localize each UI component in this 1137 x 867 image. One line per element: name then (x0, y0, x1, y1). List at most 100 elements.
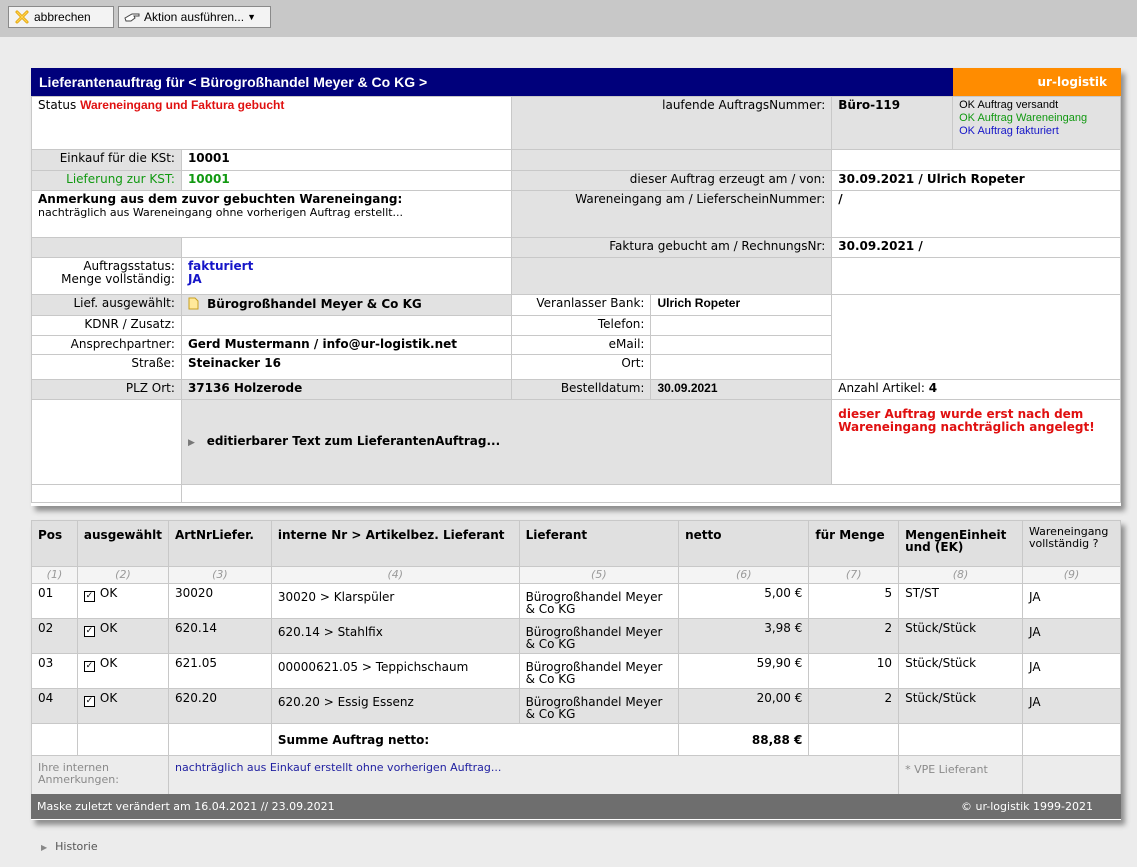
faktura-label: Faktura gebucht am / RechnungsNr: (510, 237, 833, 258)
select-checkbox-cell[interactable]: ✓ OK (76, 688, 170, 724)
created-value: 30.09.2021 / Ulrich Ropeter (831, 170, 1121, 191)
col-einheit: MengenEinheit und (EK) (898, 520, 1023, 567)
menge-label: Menge vollständig: (61, 272, 175, 286)
ansprech-label: Ansprechpartner: (31, 335, 182, 355)
items-table: Pos ausgewählt ArtNrLiefer. interne Nr >… (31, 520, 1122, 799)
col-artnr: ArtNrLiefer. (168, 520, 272, 567)
strasse-label: Straße: (31, 354, 182, 380)
lieferung-label: Lieferung zur KST: (31, 170, 182, 191)
copyright-text: © ur-logistik 1999-2021 (960, 800, 1093, 813)
plz-label: PLZ Ort: (31, 379, 182, 400)
status-flags: OK Auftrag versandt OK Auftrag Wareneing… (952, 96, 1121, 150)
select-checkbox-cell[interactable]: ✓ OK (76, 618, 170, 654)
dropdown-arrow-icon: ▼ (247, 12, 256, 22)
sum-row: Summe Auftrag netto: 88,88 € (31, 723, 1122, 756)
status-cell: Status Wareneingang und Faktura gebucht (31, 96, 512, 150)
checkbox-checked[interactable]: ✓ (83, 626, 95, 637)
changed-text: Maske zuletzt verändert am 16.04.2021 //… (37, 800, 335, 813)
ort-value[interactable] (650, 354, 833, 380)
email-value[interactable] (650, 335, 833, 355)
bestell-label: Bestelldatum: (510, 379, 652, 400)
divider (0, 37, 8, 57)
edit-text-toggle[interactable]: ▶ editierbarer Text zum LieferantenAuftr… (180, 399, 833, 485)
action-dropdown-button[interactable]: Aktion ausführen... ▼ (118, 6, 271, 28)
order-number: Büro-119 (831, 96, 954, 150)
menge-value: JA (187, 272, 202, 286)
col-menge: für Menge (808, 520, 900, 567)
toolbar: abbrechen Aktion ausführen... ▼ (0, 0, 1137, 37)
flag-wareneingang: OK Auftrag Wareneingang (959, 112, 1088, 124)
anzahl-label: Anzahl Artikel: (838, 381, 925, 395)
bank-label: Veranlasser Bank: (510, 294, 652, 316)
edit-text-label: editierbarer Text zum LieferantenAuftrag… (206, 433, 501, 448)
flag-fakturiert: OK Auftrag fakturiert (959, 125, 1059, 137)
col-lieferant: Lieferant (518, 520, 680, 567)
checkbox-checked[interactable]: ✓ (83, 591, 95, 602)
remark-text: nachträglich aus Wareneingang ohne vorhe… (38, 206, 404, 219)
table-row[interactable]: 04 ✓ OK 620.20 620.20 > Essig Essenz Büro… (31, 688, 1122, 724)
select-checkbox-cell[interactable]: ✓ OK (76, 583, 170, 619)
col-netto: netto (678, 520, 810, 567)
email-label: eMail: (510, 335, 652, 355)
brand-label: ur-logistik (953, 68, 1121, 96)
status-label: Status (38, 98, 77, 112)
notes-value[interactable]: nachträglich aus Einkauf erstellt ohne v… (167, 755, 900, 799)
status-value: Wareneingang und Faktura gebucht (80, 98, 285, 112)
lief-value: Bürogroßhandel Meyer & Co KG (207, 297, 422, 311)
wareneingang-label: Wareneingang am / LieferscheinNummer: (510, 190, 833, 238)
col-ausgewaehlt: ausgewählt (76, 520, 170, 567)
bank-value: Ulrich Ropeter (650, 294, 833, 316)
cancel-button[interactable]: abbrechen (8, 6, 114, 28)
checkbox-checked[interactable]: ✓ (83, 696, 95, 707)
kdnr-label: KDNR / Zusatz: (31, 315, 182, 336)
faktura-value: 30.09.2021 / (831, 237, 1121, 258)
lieferung-value: 10001 (180, 170, 512, 191)
telefon-value[interactable] (650, 315, 833, 336)
flag-versandt: OK Auftrag versandt (959, 99, 1059, 111)
sum-label: Summe Auftrag netto: (270, 723, 680, 756)
notes-row: Ihre internen Anmerkungen: nachträglich … (31, 755, 1122, 799)
lief-label: Lief. ausgewählt: (31, 294, 182, 316)
lief-value-cell[interactable]: Bürogroßhandel Meyer & Co KG (180, 294, 512, 316)
select-checkbox-cell[interactable]: ✓ OK (76, 653, 170, 689)
checkbox-checked[interactable]: ✓ (83, 661, 95, 672)
ansprech-value[interactable]: Gerd Mustermann / info@ur-logistik.net (180, 335, 512, 355)
kdnr-value[interactable] (180, 315, 512, 336)
index-row: (1) (2) (3) (4) (5) (6) (7) (8) (9) (31, 566, 1122, 584)
expand-icon: ▶ (41, 843, 48, 852)
table-row[interactable]: 01 ✓ OK 30020 30020 > Klarspüler Bürogroß… (31, 583, 1122, 619)
table-row[interactable]: 02 ✓ OK 620.14 620.14 > Stahlfix Bürogroß… (31, 618, 1122, 654)
auftragsstatus-values: fakturiert JA (180, 257, 512, 295)
wareneingang-value: / (831, 190, 1121, 238)
table-row[interactable]: 03 ✓ OK 621.05 00000621.05 > Teppichschau… (31, 653, 1122, 689)
remark-title: Anmerkung aus dem zuvor gebuchten Warene… (38, 192, 403, 206)
auftragsstatus-labels: Auftragsstatus: Menge vollständig: (31, 257, 182, 295)
plz-value[interactable]: 37136 Holzerode (180, 379, 512, 400)
historie-toggle[interactable]: ▶ Historie (41, 840, 98, 853)
einkauf-label: Einkauf für die KSt: (31, 149, 182, 171)
bestell-value[interactable]: 30.09.2021 (650, 379, 833, 400)
expand-icon: ▶ (187, 437, 195, 448)
ort-label: Ort: (510, 354, 652, 380)
strasse-value[interactable]: Steinacker 16 (180, 354, 512, 380)
auftragsstatus-value: fakturiert (187, 259, 254, 273)
historie-label: Historie (55, 840, 98, 853)
telefon-label: Telefon: (510, 315, 652, 336)
cancel-icon (14, 9, 30, 25)
page-title: Lieferantenauftrag für < Bürogroßhandel … (31, 68, 953, 96)
vpe-label: * VPE Lieferant (898, 755, 1023, 799)
order-details: Status Wareneingang und Faktura gebucht … (31, 96, 1122, 503)
notes-label: Ihre internen Anmerkungen: (31, 755, 169, 799)
cancel-label: abbrechen (34, 10, 91, 24)
remark-cell: Anmerkung aus dem zuvor gebuchten Warene… (31, 190, 512, 238)
order-number-label: laufende AuftragsNummer: (510, 96, 833, 150)
sum-value: 88,88 € (678, 723, 810, 756)
warning-text: dieser Auftrag wurde erst nach dem Waren… (831, 399, 1121, 485)
footer-bar: Maske zuletzt verändert am 16.04.2021 //… (31, 794, 1121, 819)
anzahl-value: 4 (928, 381, 938, 395)
action-label: Aktion ausführen... (144, 10, 245, 24)
einkauf-value: 10001 (180, 149, 512, 171)
document-icon (188, 297, 199, 313)
hand-pointer-icon (124, 9, 140, 25)
col-pos: Pos (31, 520, 78, 567)
